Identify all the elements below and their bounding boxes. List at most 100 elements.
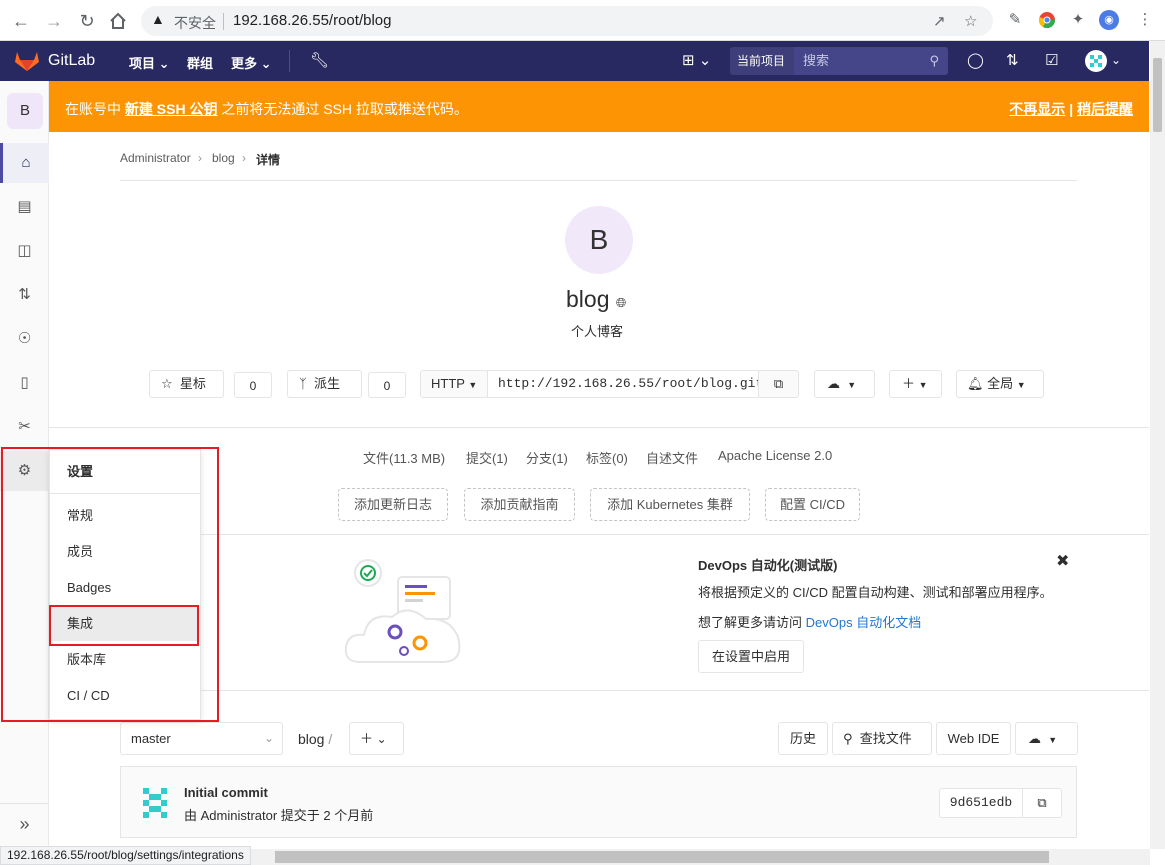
add-dropdown[interactable]: ＋ ▼ — [889, 370, 942, 398]
configure-cicd-button[interactable]: 配置 CI/CD — [765, 488, 860, 521]
merge-requests-sidebar-icon[interactable]: ⇅ — [0, 275, 49, 315]
devops-title: DevOps 自动化(测试版) — [698, 558, 838, 573]
star-bookmark-icon[interactable]: ☆ — [964, 12, 977, 30]
nav-projects[interactable]: 项目 ⌄ — [129, 53, 170, 72]
home-icon[interactable] — [106, 9, 130, 33]
web-ide-button[interactable]: Web IDE — [936, 722, 1011, 755]
admin-wrench-icon[interactable]: 🔧︎ — [310, 51, 329, 69]
search-input[interactable]: 搜索 ⚲ — [794, 47, 948, 75]
profile-avatar[interactable]: ◉ — [1099, 10, 1119, 30]
banner-prefix: 在账号中 — [65, 101, 121, 117]
fork-count[interactable]: 0 — [368, 372, 406, 398]
new-item-plus-icon[interactable]: ⊞ ⌄ — [682, 51, 711, 69]
insecure-label: 不安全 — [174, 15, 216, 31]
warning-icon: ▲ — [151, 11, 165, 27]
star-button[interactable]: ☆ 星标 — [149, 370, 224, 398]
browser-menu-icon[interactable]: ⋮ — [1135, 10, 1155, 30]
enable-in-settings-button[interactable]: 在设置中启用 — [698, 640, 804, 673]
extension-broom-icon[interactable]: ✎ — [1005, 10, 1025, 30]
devops-more: 想了解更多请访问 DevOps 自动化文档 — [698, 615, 922, 630]
commit-sha[interactable]: 9d651edb — [939, 788, 1023, 818]
snippets-scissors-icon[interactable]: ✂︎ — [0, 407, 49, 447]
repository-icon[interactable]: ▤ — [0, 187, 49, 227]
extensions-puzzle-icon[interactable]: ✦ — [1068, 10, 1088, 30]
notification-dropdown[interactable]: 🔔︎ 全局 ▼ — [956, 370, 1044, 398]
find-file-button[interactable]: ⚲ 查找文件 — [832, 722, 932, 755]
stat-files[interactable]: 文件(11.3 MB) — [363, 448, 445, 467]
merge-requests-icon[interactable]: ⇅ — [1006, 51, 1019, 69]
new-ssh-key-link[interactable]: 新建 SSH 公钥 — [125, 101, 218, 117]
branch-select[interactable]: master ⌄ — [120, 722, 283, 755]
fork-button[interactable]: ᛉ 派生 — [287, 370, 362, 398]
stat-branches[interactable]: 分支(1) — [526, 448, 568, 467]
commit-title[interactable]: Initial commit — [184, 785, 268, 800]
horizontal-scrollbar[interactable] — [275, 851, 1049, 863]
add-changelog-button[interactable]: 添加更新日志 — [338, 488, 448, 521]
todos-icon[interactable]: ☑ — [1045, 51, 1058, 69]
commit-meta: 由 Administrator 提交于 2 个月前 — [184, 808, 374, 823]
download-source-dropdown[interactable]: ☁︎ ▼ — [1015, 722, 1078, 755]
vertical-scrollbar[interactable] — [1150, 41, 1165, 849]
status-bar-url: 192.168.26.55/root/blog/settings/integra… — [0, 846, 251, 865]
clone-protocol-dropdown[interactable]: HTTP ▼ — [420, 370, 488, 398]
nav-groups[interactable]: 群组 — [187, 53, 213, 72]
stat-readme[interactable]: 自述文件 — [646, 448, 698, 467]
project-description: 个人博客 — [571, 324, 624, 339]
search-scope[interactable]: 当前项目 — [730, 47, 794, 75]
stat-tags[interactable]: 标签(0) — [586, 448, 628, 467]
fork-icon: ᛉ — [299, 376, 307, 391]
devops-docs-link[interactable]: DevOps 自动化文档 — [806, 615, 922, 630]
remind-later-link[interactable]: 稍后提醒 — [1077, 101, 1133, 117]
gitlab-logo-icon[interactable] — [14, 50, 40, 72]
copy-sha-icon[interactable]: ⧉ — [1022, 788, 1062, 818]
download-dropdown[interactable]: ☁︎ ▼ — [814, 370, 875, 398]
last-commit-box: Initial commit 由 Administrator 提交于 2 个月前… — [120, 766, 1077, 838]
star-icon: ☆ — [161, 376, 173, 391]
gitlab-brand[interactable]: GitLab — [48, 52, 95, 70]
clone-url-input[interactable]: http://192.168.26.55/root/blog.git — [487, 370, 759, 398]
forward-icon[interactable]: → — [42, 9, 66, 33]
add-file-dropdown[interactable]: ＋ ⌄ — [349, 722, 404, 755]
project-overview-icon[interactable]: ⌂ — [0, 143, 49, 183]
ci-cd-rocket-icon[interactable]: ☉ — [0, 319, 49, 359]
highlight-box-integrations — [49, 605, 199, 646]
breadcrumb-administrator[interactable]: Administrator — [120, 151, 191, 165]
stat-commits[interactable]: 提交(1) — [466, 448, 508, 467]
add-contributing-button[interactable]: 添加贡献指南 — [464, 488, 575, 521]
close-icon[interactable]: ✖ — [1056, 551, 1069, 571]
address-bar[interactable]: ▲ 不安全 192.168.26.55/root/blog ↗ ☆ — [141, 6, 993, 36]
issues-icon[interactable]: ◯ — [967, 51, 984, 69]
devops-description: 将根据预定义的 CI/CD 配置自动构建、测试和部署应用程序。 — [698, 585, 1053, 600]
reload-icon[interactable]: ↻ — [75, 9, 99, 33]
history-button[interactable]: 历史 — [778, 722, 828, 755]
copy-url-icon[interactable]: ⧉ — [758, 370, 799, 398]
nav-more[interactable]: 更多 ⌄ — [231, 53, 272, 72]
download-cloud-icon: ☁︎ — [827, 376, 840, 391]
banner-suffix: 之前将无法通过 SSH 拉取或推送代码。 — [221, 101, 468, 117]
collapse-sidebar-icon[interactable]: » — [0, 803, 49, 843]
search-icon: ⚲ — [843, 731, 853, 746]
breadcrumb-current: 详情 — [256, 153, 281, 167]
back-icon[interactable]: ← — [9, 9, 33, 33]
ssh-key-banner: 在账号中 新建 SSH 公钥 之前将无法通过 SSH 拉取或推送代码。 不再显示… — [49, 81, 1149, 132]
breadcrumb-blog[interactable]: blog — [212, 151, 235, 165]
sidebar-project-avatar[interactable]: B — [7, 93, 43, 129]
devops-illustration — [344, 559, 461, 663]
add-kubernetes-button[interactable]: 添加 Kubernetes 集群 — [590, 488, 750, 521]
user-menu-chevron-icon[interactable]: ⌄ — [1111, 53, 1121, 67]
commit-author-avatar[interactable] — [137, 784, 173, 820]
issues-sidebar-icon[interactable]: ◫ — [0, 231, 49, 271]
repo-path[interactable]: blog / — [298, 731, 332, 747]
dont-show-again-link[interactable]: 不再显示 — [1009, 101, 1065, 117]
operations-icon[interactable]: ▯ — [0, 363, 49, 403]
download-cloud-icon: ☁︎ — [1028, 731, 1041, 746]
gitlab-header: GitLab 项目 ⌄ 群组 更多 ⌄ 🔧︎ ⊞ ⌄ 当前项目 搜索 ⚲ ◯ ⇅ … — [0, 41, 1149, 81]
star-count[interactable]: 0 — [234, 372, 272, 398]
bell-icon: 🔔︎ — [967, 376, 984, 391]
user-avatar[interactable] — [1085, 50, 1107, 76]
extension-chrome-icon[interactable] — [1037, 10, 1057, 30]
stat-license[interactable]: Apache License 2.0 — [718, 448, 832, 463]
share-icon[interactable]: ↗ — [933, 12, 946, 30]
plus-icon: ＋ — [360, 731, 374, 746]
url-text: 192.168.26.55/root/blog — [233, 12, 392, 29]
